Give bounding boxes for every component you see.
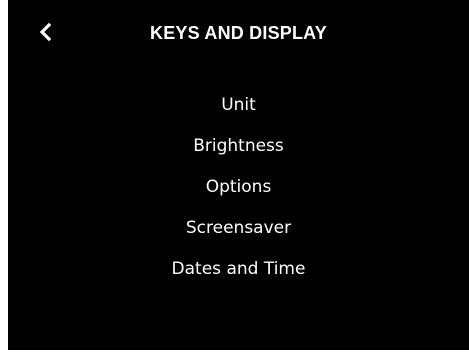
menu-item-screensaver[interactable]: Screensaver bbox=[8, 217, 469, 239]
page-title: KEYS AND DISPLAY bbox=[150, 23, 327, 43]
device-screen: KEYS AND DISPLAY Unit Brightness Options… bbox=[8, 0, 469, 350]
menu-item-label: Options bbox=[205, 177, 272, 197]
menu-item-label: Brightness bbox=[193, 136, 284, 156]
menu-item-dates-and-time[interactable]: Dates and Time bbox=[8, 258, 469, 280]
menu-item-label: Dates and Time bbox=[171, 259, 306, 279]
menu-item-options[interactable]: Options bbox=[8, 176, 469, 198]
settings-menu: Unit Brightness Options Screensaver Date… bbox=[8, 94, 469, 299]
menu-item-label: Screensaver bbox=[185, 218, 292, 238]
menu-item-unit[interactable]: Unit bbox=[8, 94, 469, 116]
menu-item-brightness[interactable]: Brightness bbox=[8, 135, 469, 157]
menu-item-label: Unit bbox=[221, 95, 256, 115]
